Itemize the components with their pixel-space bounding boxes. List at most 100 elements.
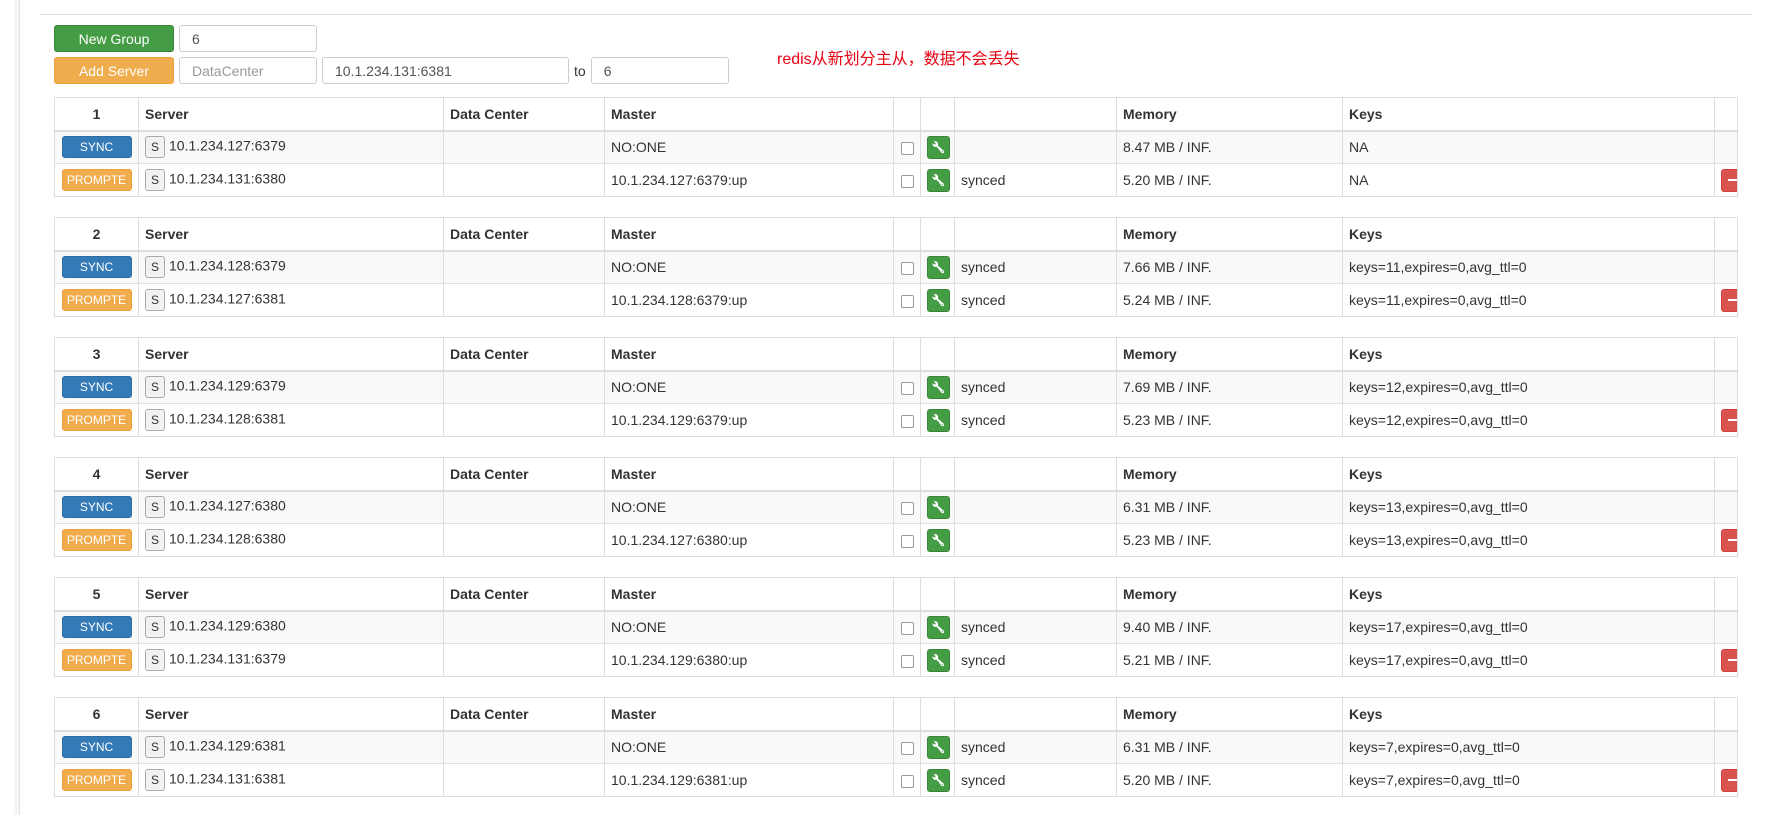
wrench-icon: 🔧: [931, 294, 946, 307]
row-checkbox[interactable]: [900, 742, 914, 756]
promote-button[interactable]: PROMPTE: [61, 649, 132, 671]
keys-cell: keys=13,expires=0,avg_ttl=0: [1342, 490, 1715, 524]
column-header-select: [893, 337, 921, 372]
sync-button[interactable]: SYNC: [61, 496, 132, 519]
remove-button[interactable]: [1721, 288, 1737, 312]
row-action-cell: PROMPTE: [54, 283, 139, 317]
new-group-input[interactable]: [179, 25, 317, 52]
s-button[interactable]: S: [145, 496, 165, 519]
sync-button[interactable]: SYNC: [61, 136, 132, 159]
server-address-input[interactable]: [322, 57, 569, 84]
row-checkbox[interactable]: [900, 414, 914, 428]
s-button[interactable]: S: [145, 256, 165, 279]
remove-cell: [1714, 490, 1738, 524]
row-action-cell: SYNC: [54, 370, 139, 404]
sync-button[interactable]: SYNC: [61, 616, 132, 639]
s-button[interactable]: S: [145, 136, 165, 159]
s-button[interactable]: S: [145, 289, 165, 311]
target-group-input[interactable]: [590, 57, 729, 84]
new-group-button[interactable]: New Group: [54, 25, 174, 52]
row-checkbox[interactable]: [900, 294, 914, 308]
row-checkbox[interactable]: [900, 774, 914, 788]
memory-cell: 5.24 MB / INF.: [1116, 283, 1343, 317]
column-header-master: Master: [604, 697, 894, 732]
group-id: 5: [54, 577, 139, 612]
wrench-cell: 🔧: [920, 250, 955, 284]
row-action-cell: SYNC: [54, 490, 139, 524]
s-button[interactable]: S: [145, 649, 165, 671]
wrench-button[interactable]: 🔧: [927, 288, 950, 312]
column-header-action: [920, 457, 955, 492]
promote-button[interactable]: PROMPTE: [61, 169, 132, 191]
column-header-keys: Keys: [1342, 577, 1715, 612]
memory-cell: 7.66 MB / INF.: [1116, 250, 1343, 284]
wrench-button[interactable]: 🔧: [927, 528, 950, 552]
sync-button[interactable]: SYNC: [61, 736, 132, 759]
remove-button[interactable]: [1721, 528, 1737, 552]
s-button[interactable]: S: [145, 409, 165, 431]
s-button[interactable]: S: [145, 736, 165, 759]
column-header-datacenter: Data Center: [443, 697, 605, 732]
wrench-button[interactable]: 🔧: [927, 168, 950, 192]
datacenter-cell: [443, 643, 605, 677]
group-header-row: 6 Server Data Center Master Memory Keys: [54, 697, 1738, 732]
remove-cell: [1714, 610, 1738, 644]
column-header-memory: Memory: [1116, 337, 1343, 372]
wrench-button[interactable]: 🔧: [927, 648, 950, 672]
row-checkbox[interactable]: [900, 262, 914, 276]
wrench-button[interactable]: 🔧: [927, 375, 950, 399]
minus-icon: [1727, 779, 1737, 781]
wrench-button[interactable]: 🔧: [927, 735, 950, 759]
row-action-cell: PROMPTE: [54, 163, 139, 197]
promote-button[interactable]: PROMPTE: [61, 529, 132, 551]
s-button[interactable]: S: [145, 376, 165, 399]
row-checkbox[interactable]: [900, 174, 914, 188]
column-header-select: [893, 217, 921, 252]
group-id: 2: [54, 217, 139, 252]
column-header-status: [954, 577, 1117, 612]
keys-cell: NA: [1342, 130, 1715, 164]
server-cell: S 10.1.234.131:6379: [138, 643, 444, 677]
row-checkbox[interactable]: [900, 502, 914, 516]
promote-button[interactable]: PROMPTE: [61, 409, 132, 431]
server-address: 10.1.234.127:6379: [169, 137, 286, 154]
group-header-row: 3 Server Data Center Master Memory Keys: [54, 337, 1738, 372]
s-button[interactable]: S: [145, 769, 165, 791]
row-checkbox[interactable]: [900, 382, 914, 396]
server-row: SYNC S 10.1.234.128:6379 NO:ONE 🔧 synced 7.66 …: [54, 250, 1738, 284]
server-row: PROMPTE S 10.1.234.128:6381 10.1.234.129:63…: [54, 403, 1738, 437]
wrench-button[interactable]: 🔧: [927, 135, 950, 159]
server-cell: S 10.1.234.127:6380: [138, 490, 444, 524]
remove-button[interactable]: [1721, 168, 1737, 192]
promote-button[interactable]: PROMPTE: [61, 289, 132, 311]
column-header-datacenter: Data Center: [443, 217, 605, 252]
column-header-select: [893, 697, 921, 732]
remove-button[interactable]: [1721, 408, 1737, 432]
remove-button[interactable]: [1721, 648, 1737, 672]
wrench-button[interactable]: 🔧: [927, 408, 950, 432]
s-button[interactable]: S: [145, 169, 165, 191]
select-cell: [893, 730, 921, 764]
sync-button[interactable]: SYNC: [61, 376, 132, 399]
add-server-button[interactable]: Add Server: [54, 57, 174, 84]
wrench-button[interactable]: 🔧: [927, 768, 950, 792]
row-checkbox[interactable]: [900, 622, 914, 636]
column-header-memory: Memory: [1116, 457, 1343, 492]
sync-button[interactable]: SYNC: [61, 256, 132, 279]
datacenter-cell: [443, 283, 605, 317]
row-checkbox[interactable]: [900, 142, 914, 156]
row-checkbox[interactable]: [900, 534, 914, 548]
server-address: 10.1.234.131:6379: [169, 650, 286, 667]
s-button[interactable]: S: [145, 616, 165, 639]
wrench-button[interactable]: 🔧: [927, 495, 950, 519]
datacenter-input[interactable]: [179, 57, 317, 84]
wrench-button[interactable]: 🔧: [927, 615, 950, 639]
wrench-button[interactable]: 🔧: [927, 255, 950, 279]
row-checkbox[interactable]: [900, 654, 914, 668]
s-button[interactable]: S: [145, 529, 165, 551]
remove-cell: [1714, 730, 1738, 764]
column-header-remove: [1714, 577, 1738, 612]
remove-button[interactable]: [1721, 768, 1737, 792]
master-cell: NO:ONE: [604, 130, 894, 164]
promote-button[interactable]: PROMPTE: [61, 769, 132, 791]
